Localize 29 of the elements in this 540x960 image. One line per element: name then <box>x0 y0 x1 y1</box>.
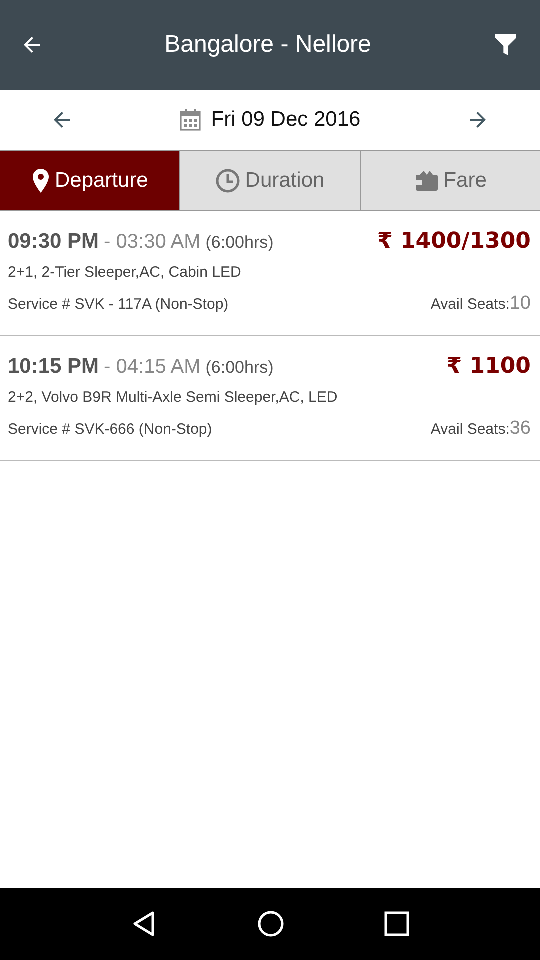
arrival-time: - 03:30 AM <box>104 231 201 254</box>
wallet-icon <box>414 168 440 192</box>
sort-tab[interactable]: Duration <box>179 151 360 210</box>
bus-type: 2+2, Volvo B9R Multi-Axle Semi Sleeper,AC, LED <box>8 389 339 406</box>
recents-icon[interactable] <box>384 911 410 937</box>
departure-time: 10:15 PM <box>8 355 100 379</box>
trip-card[interactable]: 10:15 PM - 04:15 AM (6:00hrs) ₹ 1100 2+2, Volvo B9R Multi-Axle Semi Sleeper,AC, LED Service # SVK-666 (Non-Stop) Avail Seats:36 <box>0 336 540 461</box>
seats-label: Avail Seats: <box>430 421 510 438</box>
seats-count: 10 <box>510 293 531 315</box>
sort-tab[interactable]: Fare <box>360 151 540 210</box>
trip-card[interactable]: 09:30 PM - 03:30 AM (6:00hrs) ₹ 1400/1300 2+1, 2-Tier Sleeper,AC, Cabin LED Service # SVK - 117A (Non-Stop) Avail Seats:10 <box>0 211 540 336</box>
service-number: Service # SVK-666 (Non-Stop) <box>8 421 212 438</box>
sort-tab[interactable]: Departure <box>0 151 180 210</box>
seats-count: 36 <box>510 418 531 440</box>
trip-duration: (6:00hrs) <box>206 358 274 378</box>
service-number: Service # SVK - 117A (Non-Stop) <box>8 296 229 313</box>
fare: ₹ 1100 <box>446 354 531 379</box>
bus-type: 2+1, 2-Tier Sleeper,AC, Cabin LED <box>8 264 242 281</box>
arrival-time: - 04:15 AM <box>104 356 201 379</box>
trip-duration: (6:00hrs) <box>206 233 274 253</box>
location-pin-icon <box>30 168 51 194</box>
home-icon[interactable] <box>256 910 285 938</box>
travel-date: Fri 09 Dec 2016 <box>211 108 361 132</box>
calendar-icon <box>179 108 204 132</box>
fare: ₹ 1400/1300 <box>378 229 531 254</box>
departure-time: 09:30 PM <box>8 230 100 254</box>
clock-icon <box>215 168 242 194</box>
route-title: Bangalore - Nellore <box>164 31 372 59</box>
seats-label: Avail Seats: <box>430 296 510 313</box>
